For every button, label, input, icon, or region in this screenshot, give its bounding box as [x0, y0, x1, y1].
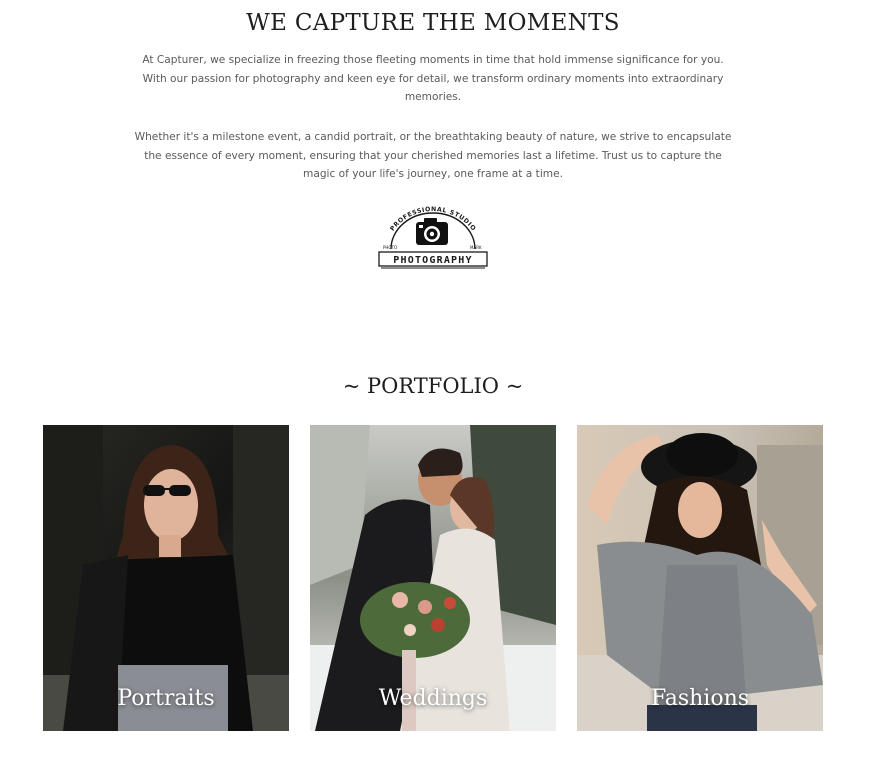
about-paragraph-1: At Capturer, we specialize in freezing t… — [142, 54, 724, 103]
studio-logo: PROFESSIONAL STUDIO PHOTO MARK PHOTOGRAP… — [374, 202, 492, 274]
portfolio-card-fashions[interactable]: Fashions — [577, 425, 823, 731]
logo-word: PHOTOGRAPHY — [393, 255, 472, 266]
about-paragraph-2: Whether it's a milestone event, a candid… — [134, 131, 732, 180]
logo-right-text: MARK — [470, 245, 482, 250]
logo-left-text: PHOTO — [383, 245, 397, 250]
portfolio-title: ~ PORTFOLIO ~ — [342, 374, 524, 398]
portfolio-card-portraits[interactable]: Portraits — [43, 425, 289, 731]
portfolio-card-weddings[interactable]: Weddings — [310, 425, 556, 731]
card-label: Weddings — [378, 686, 488, 711]
camera-icon — [416, 218, 448, 245]
card-label: Portraits — [117, 686, 215, 711]
section-title: WE CAPTURE THE MOMENTS — [246, 10, 620, 36]
card-label: Fashions — [650, 686, 750, 711]
studio-logo-graphic: PROFESSIONAL STUDIO PHOTO MARK PHOTOGRAP… — [378, 206, 488, 269]
